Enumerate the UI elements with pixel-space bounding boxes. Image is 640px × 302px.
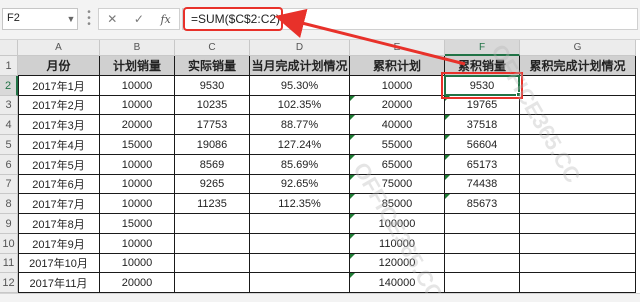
sheet-tab-bar bbox=[0, 293, 640, 302]
annotation-arrow bbox=[274, 8, 466, 66]
